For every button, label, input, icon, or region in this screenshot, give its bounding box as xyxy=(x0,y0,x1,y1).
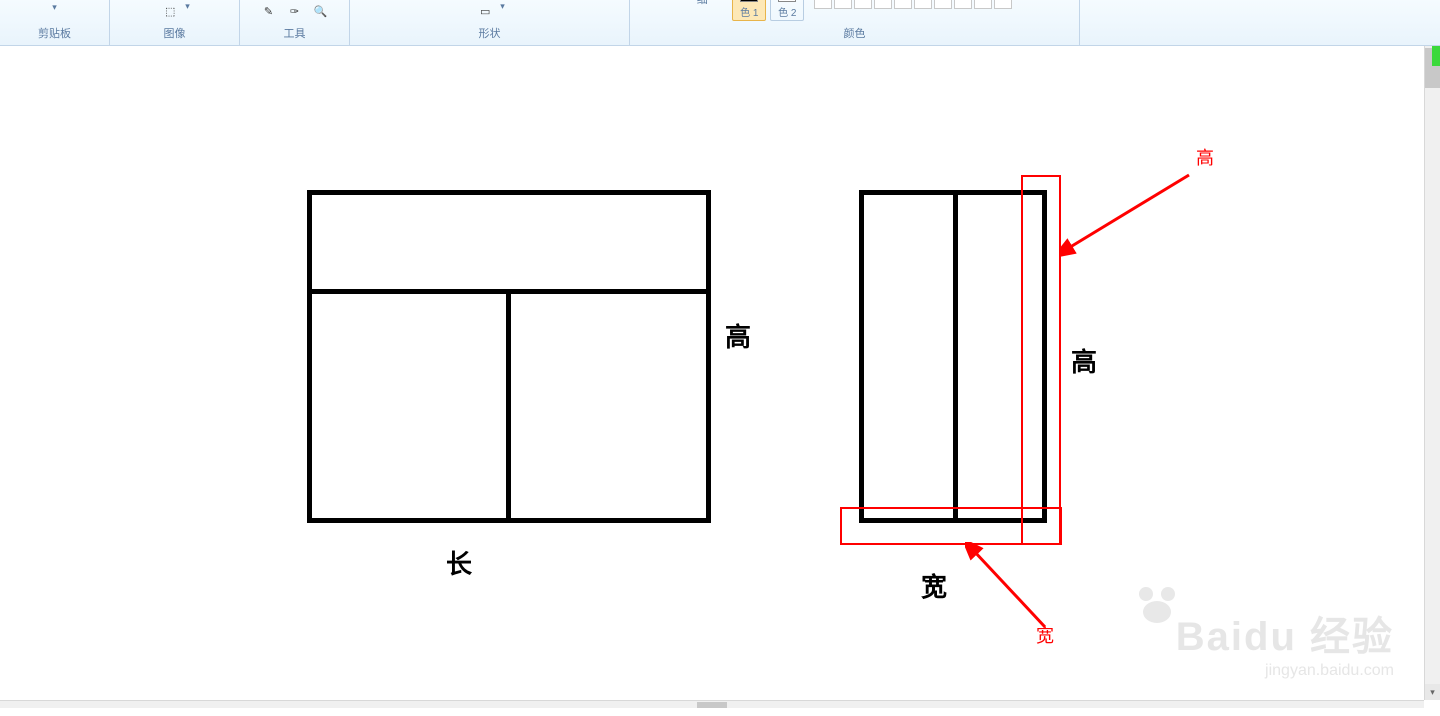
annotation-box-width xyxy=(840,507,1062,545)
color2-chip xyxy=(778,0,796,2)
drawn-line xyxy=(953,195,958,518)
group-label-tools: 工具 xyxy=(284,23,306,43)
chevron-down-icon[interactable]: ▾ xyxy=(712,0,717,2)
ribbon-group-tools: ✎ ✑ 🔍 工具 xyxy=(240,0,350,45)
annotation-arrow-gao-icon xyxy=(1059,169,1199,269)
drawn-line xyxy=(506,289,511,518)
color1-label: 色 1 xyxy=(740,4,758,19)
ruler-indicator-icon xyxy=(1432,46,1440,66)
text-label-chang: 长 xyxy=(446,544,472,581)
watermark-url: jingyan.baidu.com xyxy=(1176,662,1394,680)
watermark-paw-icon xyxy=(1134,582,1184,626)
eyedropper-icon[interactable]: ✑ xyxy=(284,1,306,21)
select-dropdown-icon[interactable]: ⬚ xyxy=(159,1,181,21)
magnify-icon[interactable]: 🔍 xyxy=(310,1,332,21)
ribbon-group-shapes: ▭ ▾ 形状 xyxy=(350,0,630,45)
group-label-clipboard: 剪贴板 xyxy=(38,23,71,43)
text-label-kuan: 宽 xyxy=(921,567,947,604)
palette-swatch[interactable] xyxy=(974,0,992,9)
watermark: Baidu 经验 jingyan.baidu.com xyxy=(1176,604,1394,680)
horizontal-scrollbar[interactable] xyxy=(0,700,1424,708)
palette-swatch[interactable] xyxy=(894,0,912,9)
vertical-scrollbar[interactable]: ▾ xyxy=(1424,46,1440,700)
palette-swatch[interactable] xyxy=(834,0,852,9)
palette-swatch[interactable] xyxy=(874,0,892,9)
scroll-down-icon[interactable]: ▾ xyxy=(1425,684,1440,700)
annotation-arrow-kuan-icon xyxy=(965,542,1075,632)
group-label-shapes: 形状 xyxy=(479,23,501,43)
annotation-box-height xyxy=(1021,175,1061,545)
ribbon-group-colors: 细 ▾ 色 1 色 2 xyxy=(630,0,1080,45)
color-palette xyxy=(814,0,1012,9)
annotation-label-gao: 高 xyxy=(1196,144,1214,170)
drawn-rectangle-left xyxy=(307,190,711,523)
chevron-down-icon[interactable]: ▾ xyxy=(52,2,57,13)
ribbon-group-clipboard: ▾ 剪贴板 xyxy=(0,0,110,45)
chevron-down-icon[interactable]: ▾ xyxy=(185,1,190,12)
palette-swatch[interactable] xyxy=(914,0,932,9)
color2-button[interactable]: 色 2 xyxy=(770,0,804,21)
shape-gallery-icon[interactable]: ▭ xyxy=(474,1,496,21)
chevron-down-icon[interactable]: ▾ xyxy=(500,1,505,12)
palette-swatch[interactable] xyxy=(814,0,832,9)
ribbon: ▾ 剪贴板 ⬚ ▾ 图像 ✎ ✑ 🔍 工具 ▭ ▾ 形状 xyxy=(0,0,1440,46)
text-label-gao-left: 高 xyxy=(725,317,751,354)
ribbon-group-image: ⬚ ▾ 图像 xyxy=(110,0,240,45)
group-label-colors: 颜色 xyxy=(844,23,866,43)
color1-button[interactable]: 色 1 xyxy=(732,0,766,21)
viewport: 高 长 高 宽 高 宽 xyxy=(0,46,1440,708)
palette-swatch[interactable] xyxy=(854,0,872,9)
group-label-image: 图像 xyxy=(164,23,186,43)
palette-swatch[interactable] xyxy=(954,0,972,9)
pencil-icon[interactable]: ✎ xyxy=(258,1,280,21)
text-label-gao-right: 高 xyxy=(1071,342,1097,379)
color1-chip xyxy=(740,0,758,2)
size-label[interactable]: 细 xyxy=(697,0,708,7)
watermark-brand: Baidu 经验 xyxy=(1176,604,1394,662)
drawn-rectangle-right xyxy=(859,190,1047,523)
palette-swatch[interactable] xyxy=(994,0,1012,9)
color2-label: 色 2 xyxy=(778,4,796,19)
paint-canvas[interactable]: 高 长 高 宽 高 宽 xyxy=(1,47,1424,700)
palette-swatch[interactable] xyxy=(934,0,952,9)
scrollbar-thumb[interactable] xyxy=(697,702,727,708)
